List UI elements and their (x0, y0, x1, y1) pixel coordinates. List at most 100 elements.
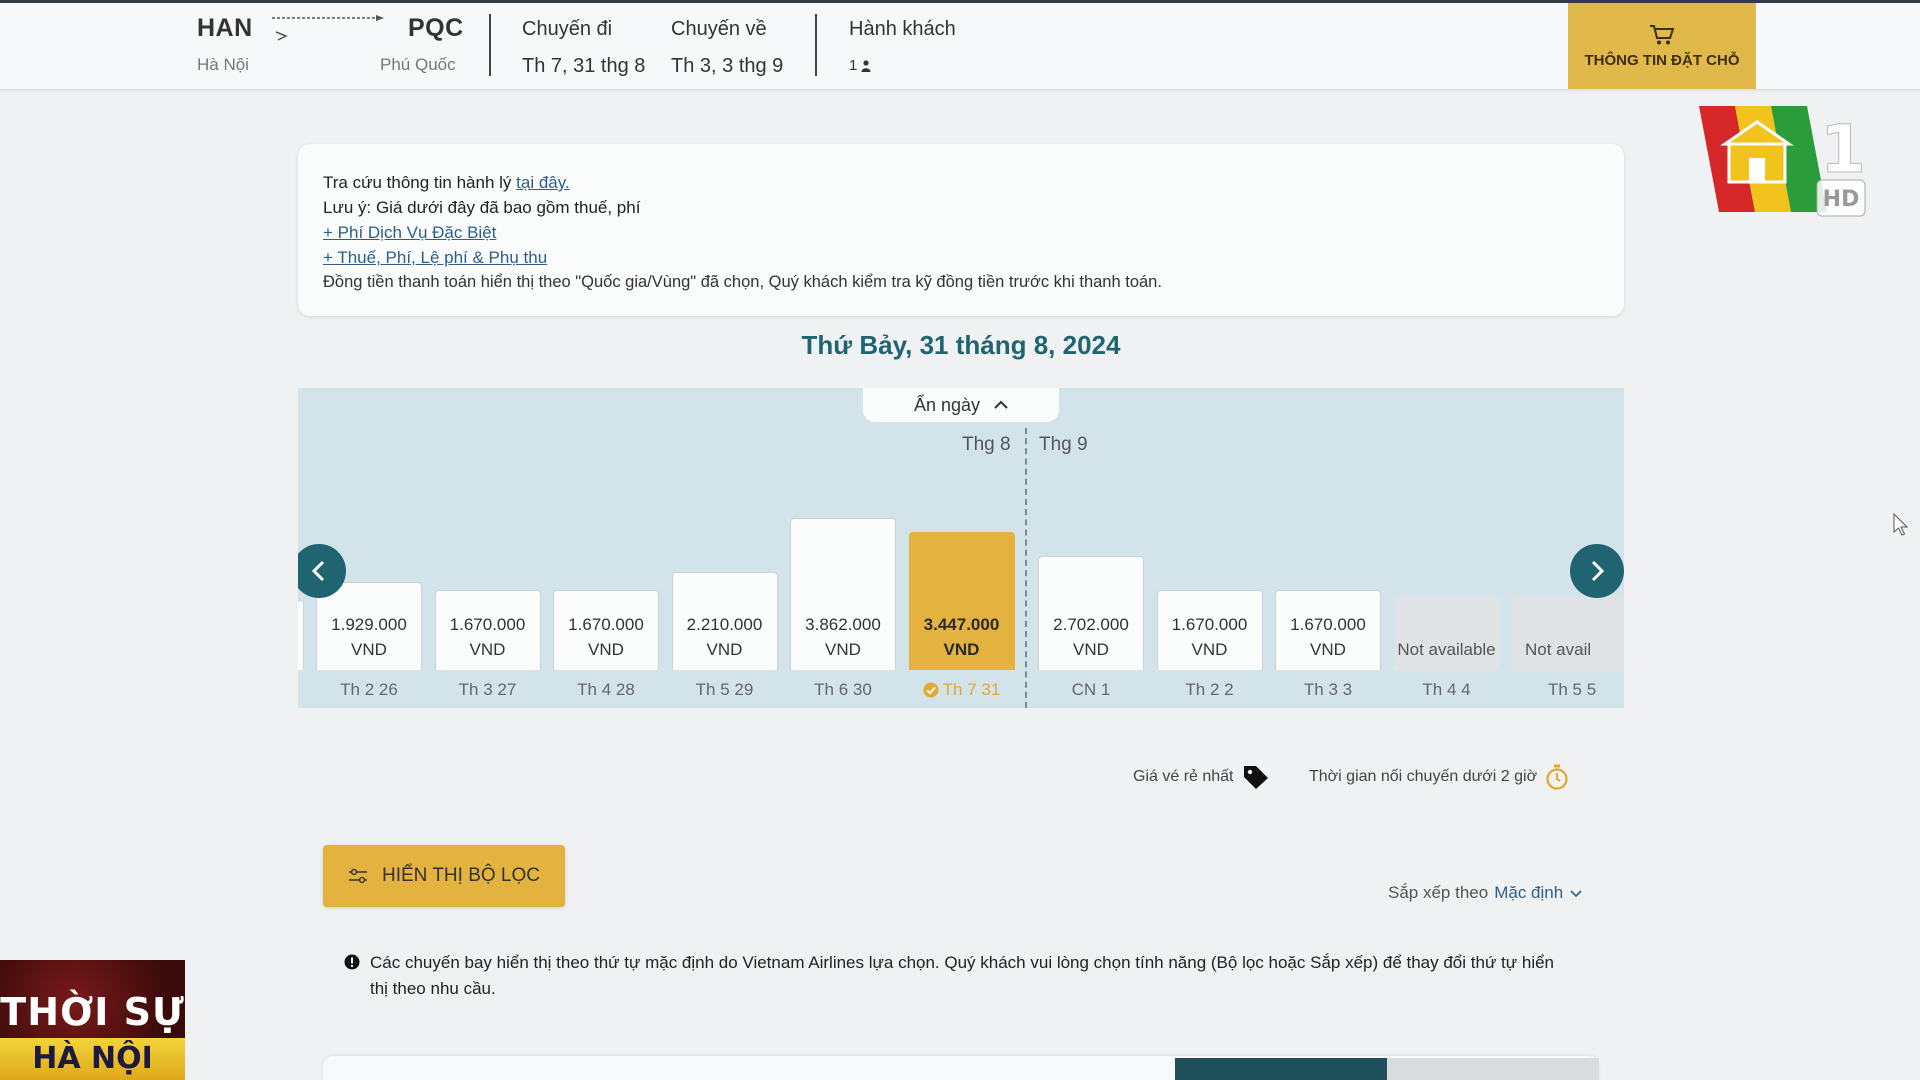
fare-day-label: Th 5 5 (1512, 680, 1624, 700)
fare-class-tab-business[interactable] (1387, 1058, 1599, 1080)
fare-day-label: Th 4 28 (553, 680, 659, 700)
fare-day-label: Th 3 3 (1275, 680, 1381, 700)
origin-code: HAN (197, 14, 253, 42)
fare-day-bar[interactable]: 3.862.000 VND (790, 518, 896, 670)
chevron-down-icon (1570, 890, 1582, 898)
divider (815, 14, 817, 76)
fare-price: Not avail (1525, 640, 1592, 659)
fare-day-bar[interactable]: 2.702.000 VND (1038, 556, 1144, 670)
return-date: Th 3, 3 thg 9 (671, 55, 784, 77)
destination-code: PQC (408, 14, 464, 42)
fare-day-text: Th 2 2 (1185, 680, 1234, 699)
outbound-trip[interactable]: Chuyến đi Th 7, 31 thg 8 (522, 18, 645, 78)
plane-icon (272, 15, 384, 41)
hide-dates-label: Ẩn ngày (913, 394, 981, 415)
origin-airport: HAN Hà Nội (197, 14, 253, 75)
fare-day-bar[interactable]: 1.670.000 VND (1275, 590, 1381, 670)
fare-day-label: Th 2 26 (316, 680, 422, 700)
news-program-badge: THỜI SỰ HÀ NỘI (0, 960, 185, 1080)
next-dates-button[interactable] (1570, 544, 1624, 598)
return-trip[interactable]: Chuyến về Th 3, 3 thg 9 (671, 18, 783, 78)
chevron-up-icon (994, 400, 1008, 409)
fare-price: 1.929.000 (331, 615, 407, 634)
sort-value: Mặc định (1494, 883, 1564, 902)
person-icon (861, 59, 871, 72)
fare-price: 2.702.000 (1053, 615, 1129, 634)
news-badge-line2: HÀ NỘI (0, 1038, 185, 1080)
fare-day-text: Th 3 27 (458, 680, 517, 699)
outbound-label: Chuyến đi (522, 18, 613, 40)
flight-result-card[interactable] (323, 1056, 1599, 1080)
legend-cheapest-label: Giá vé rẻ nhất (1133, 768, 1234, 785)
sort-info-text: Các chuyến bay hiển thị theo thứ tự mặc … (370, 953, 1555, 998)
notice-card: Tra cứu thông tin hành lý tại đây. Lưu ý… (298, 144, 1624, 316)
fare-price: 3.862.000 (805, 615, 881, 634)
stopwatch-icon (1546, 764, 1568, 790)
fare-currency: VND (588, 640, 624, 659)
fare-price: Not available (1397, 640, 1496, 659)
booking-info-label: THÔNG TIN ĐẶT CHỖ (1584, 51, 1740, 69)
destination-airport: PQC Phú Quốc (380, 14, 464, 75)
passengers-label: Hành khách (849, 18, 956, 40)
fare-day-bar[interactable]: 1.929.000 VND (316, 581, 422, 670)
sort-dropdown[interactable]: Sắp xếp theo Mặc định (1388, 883, 1583, 903)
origin-city: Hà Nội (197, 55, 249, 74)
sort-info-message: Các chuyến bay hiển thị theo thứ tự mặc … (344, 950, 1574, 1002)
passengers-count: 1 (849, 57, 858, 74)
fare-day-label: CN 1 (1038, 680, 1144, 700)
fare-day-text: Th 4 4 (1422, 680, 1471, 699)
cart-icon (1650, 24, 1675, 44)
fare-day-bar[interactable]: 3.447.000 VND (908, 532, 1015, 670)
hide-dates-toggle[interactable]: Ẩn ngày (863, 388, 1059, 422)
mouse-cursor-icon (1893, 513, 1909, 536)
fare-class-tab-economy[interactable] (1175, 1058, 1387, 1080)
fare-day-text: Th 4 28 (577, 680, 635, 699)
baggage-link[interactable]: tại đây. (516, 173, 570, 192)
fare-day-bar[interactable]: 1.670.000 VND (553, 590, 659, 670)
channel-hd: HD (1823, 187, 1860, 212)
passengers[interactable]: Hành khách 1 (849, 18, 956, 74)
legend-short-connection: Thời gian nối chuyến dưới 2 giờ (1309, 764, 1569, 790)
month-label-aug: Thg 8 (962, 434, 1011, 455)
tax-fee-link[interactable]: + Thuế, Phí, Lệ phí & Phụ thu (323, 248, 547, 267)
destination-city: Phú Quốc (380, 55, 456, 74)
fare-day-text: Th 3 3 (1303, 680, 1353, 699)
fare-calendar: Ẩn ngày Thg 8 Thg 9 1.929.000 VND Th 2 26 1… (298, 388, 1624, 708)
fare-price: 1.670.000 (568, 615, 644, 634)
fare-day-bar[interactable]: 1.670.000 VND (434, 590, 541, 670)
show-filter-label: HIỂN THỊ BỘ LỌC (381, 865, 540, 886)
fare-day-bar[interactable]: 2.210.000 VND (671, 572, 778, 670)
fare-day-text: Th 5 5 (1548, 680, 1597, 699)
month-divider (1025, 428, 1027, 708)
price-note: Lưu ý: Giá dưới đây đã bao gồm thuế, phí (323, 198, 641, 217)
fare-currency: VND (1191, 640, 1228, 659)
legend-cheapest: Giá vé rẻ nhất (1133, 764, 1270, 790)
show-filter-button[interactable]: HIỂN THỊ BỘ LỌC (323, 845, 565, 907)
selected-check-icon (923, 682, 939, 698)
special-fee-link[interactable]: + Phí Dịch Vụ Đặc Biệt (323, 223, 496, 242)
fare-day-text: CN 1 (1071, 680, 1111, 699)
legend-short-connection-label: Thời gian nối chuyến dưới 2 giờ (1309, 768, 1538, 785)
booking-info-button[interactable]: THÔNG TIN ĐẶT CHỖ (1568, 3, 1756, 89)
flight-summary-bar: HAN Hà Nội PQC Phú Quốc Chuyến đi Th 7, … (0, 0, 1920, 90)
baggage-text: Tra cứu thông tin hành lý (323, 173, 517, 192)
info-icon (344, 954, 360, 970)
fare-day-bar[interactable]: 1.670.000 VND (1156, 590, 1263, 670)
outbound-date: Th 7, 31 thg 8 (522, 55, 646, 77)
fare-price: 1.670.000 (1171, 615, 1248, 634)
chevron-left-icon (311, 560, 325, 582)
divider (489, 14, 491, 76)
chevron-right-icon (1591, 560, 1605, 582)
fare-currency: VND (1310, 640, 1346, 659)
fare-day-text: Th 7 31 (942, 680, 1001, 699)
channel-number: 1 (1820, 111, 1866, 188)
fare-day-label: Th 4 4 (1394, 680, 1500, 700)
fare-day-label: Th 3 27 (435, 680, 541, 700)
fare-day-bar-partial (298, 600, 304, 670)
fare-currency: VND (943, 640, 980, 659)
fare-currency: VND (825, 640, 861, 659)
fare-day-unavailable: Not avail (1512, 596, 1624, 670)
return-label: Chuyến về (671, 18, 767, 40)
fare-price: 2.210.000 (686, 615, 763, 634)
fare-day-text: Th 5 29 (695, 680, 754, 699)
